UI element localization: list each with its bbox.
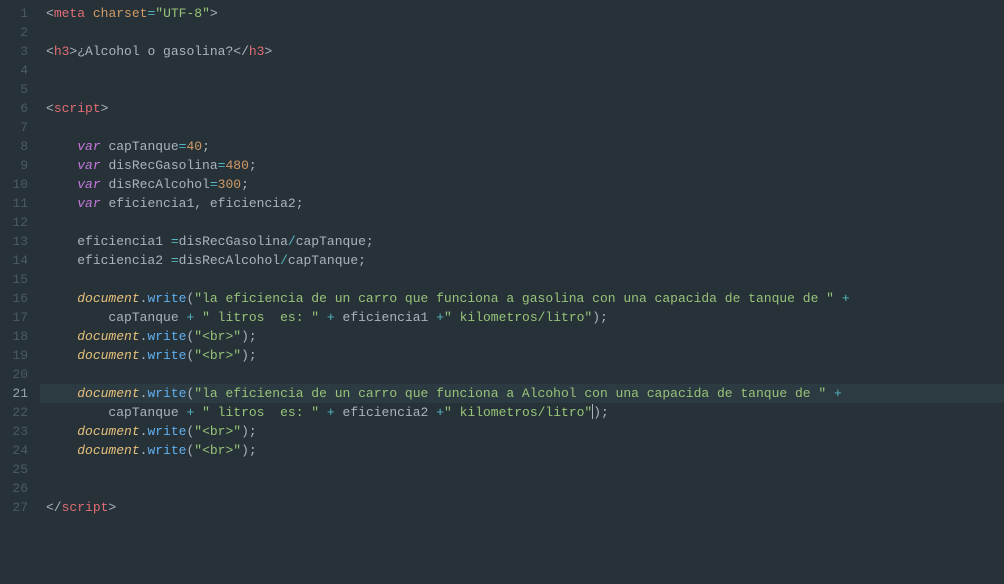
line-number: 14 <box>8 251 28 270</box>
line-number: 11 <box>8 194 28 213</box>
code-editor[interactable]: 1 2 3 4 5 6 7 8 9 10 11 12 13 14 15 16 1… <box>0 0 1004 584</box>
code-line[interactable]: document.write("<br>"); <box>40 346 1004 365</box>
code-line[interactable]: var capTanque=40; <box>40 137 1004 156</box>
line-number: 2 <box>8 23 28 42</box>
code-line[interactable]: </script> <box>40 498 1004 517</box>
code-line[interactable]: <script> <box>40 99 1004 118</box>
line-number: 10 <box>8 175 28 194</box>
code-line[interactable] <box>40 479 1004 498</box>
code-line[interactable] <box>40 80 1004 99</box>
code-line[interactable]: eficiencia2 =disRecAlcohol/capTanque; <box>40 251 1004 270</box>
line-number: 16 <box>8 289 28 308</box>
code-line[interactable] <box>40 365 1004 384</box>
line-number: 15 <box>8 270 28 289</box>
code-area[interactable]: <meta charset="UTF-8"> <h3>¿Alcohol o ga… <box>40 0 1004 584</box>
line-number: 12 <box>8 213 28 232</box>
line-number: 24 <box>8 441 28 460</box>
line-number: 20 <box>8 365 28 384</box>
line-number: 5 <box>8 80 28 99</box>
code-line[interactable]: var disRecAlcohol=300; <box>40 175 1004 194</box>
code-line[interactable]: document.write("la eficiencia de un carr… <box>40 289 1004 308</box>
code-line[interactable]: document.write("la eficiencia de un carr… <box>40 384 1004 403</box>
line-number: 27 <box>8 498 28 517</box>
line-number: 7 <box>8 118 28 137</box>
line-number: 17 <box>8 308 28 327</box>
code-line[interactable]: <meta charset="UTF-8"> <box>40 4 1004 23</box>
code-line[interactable]: var disRecGasolina=480; <box>40 156 1004 175</box>
code-line[interactable] <box>40 118 1004 137</box>
code-line[interactable]: document.write("<br>"); <box>40 327 1004 346</box>
line-number: 21 <box>8 384 28 403</box>
code-line[interactable]: document.write("<br>"); <box>40 441 1004 460</box>
code-line[interactable]: var eficiencia1, eficiencia2; <box>40 194 1004 213</box>
line-number: 1 <box>8 4 28 23</box>
line-number: 3 <box>8 42 28 61</box>
code-line[interactable] <box>40 403 1004 422</box>
code-line[interactable] <box>40 61 1004 80</box>
code-line[interactable] <box>40 460 1004 479</box>
line-number: 25 <box>8 460 28 479</box>
line-number: 23 <box>8 422 28 441</box>
line-number: 8 <box>8 137 28 156</box>
code-line[interactable]: eficiencia1 =disRecGasolina/capTanque; <box>40 232 1004 251</box>
line-number: 13 <box>8 232 28 251</box>
line-number: 22 <box>8 403 28 422</box>
code-line[interactable] <box>40 213 1004 232</box>
line-number: 9 <box>8 156 28 175</box>
code-line[interactable]: <h3>¿Alcohol o gasolina?</h3> <box>40 42 1004 61</box>
line-number: 4 <box>8 61 28 80</box>
code-line[interactable]: document.write("<br>"); <box>40 422 1004 441</box>
code-line[interactable] <box>40 270 1004 289</box>
code-line[interactable] <box>40 23 1004 42</box>
code-line[interactable] <box>40 308 1004 327</box>
line-number: 19 <box>8 346 28 365</box>
line-number-gutter: 1 2 3 4 5 6 7 8 9 10 11 12 13 14 15 16 1… <box>0 0 40 584</box>
line-number: 6 <box>8 99 28 118</box>
line-number: 26 <box>8 479 28 498</box>
line-number: 18 <box>8 327 28 346</box>
